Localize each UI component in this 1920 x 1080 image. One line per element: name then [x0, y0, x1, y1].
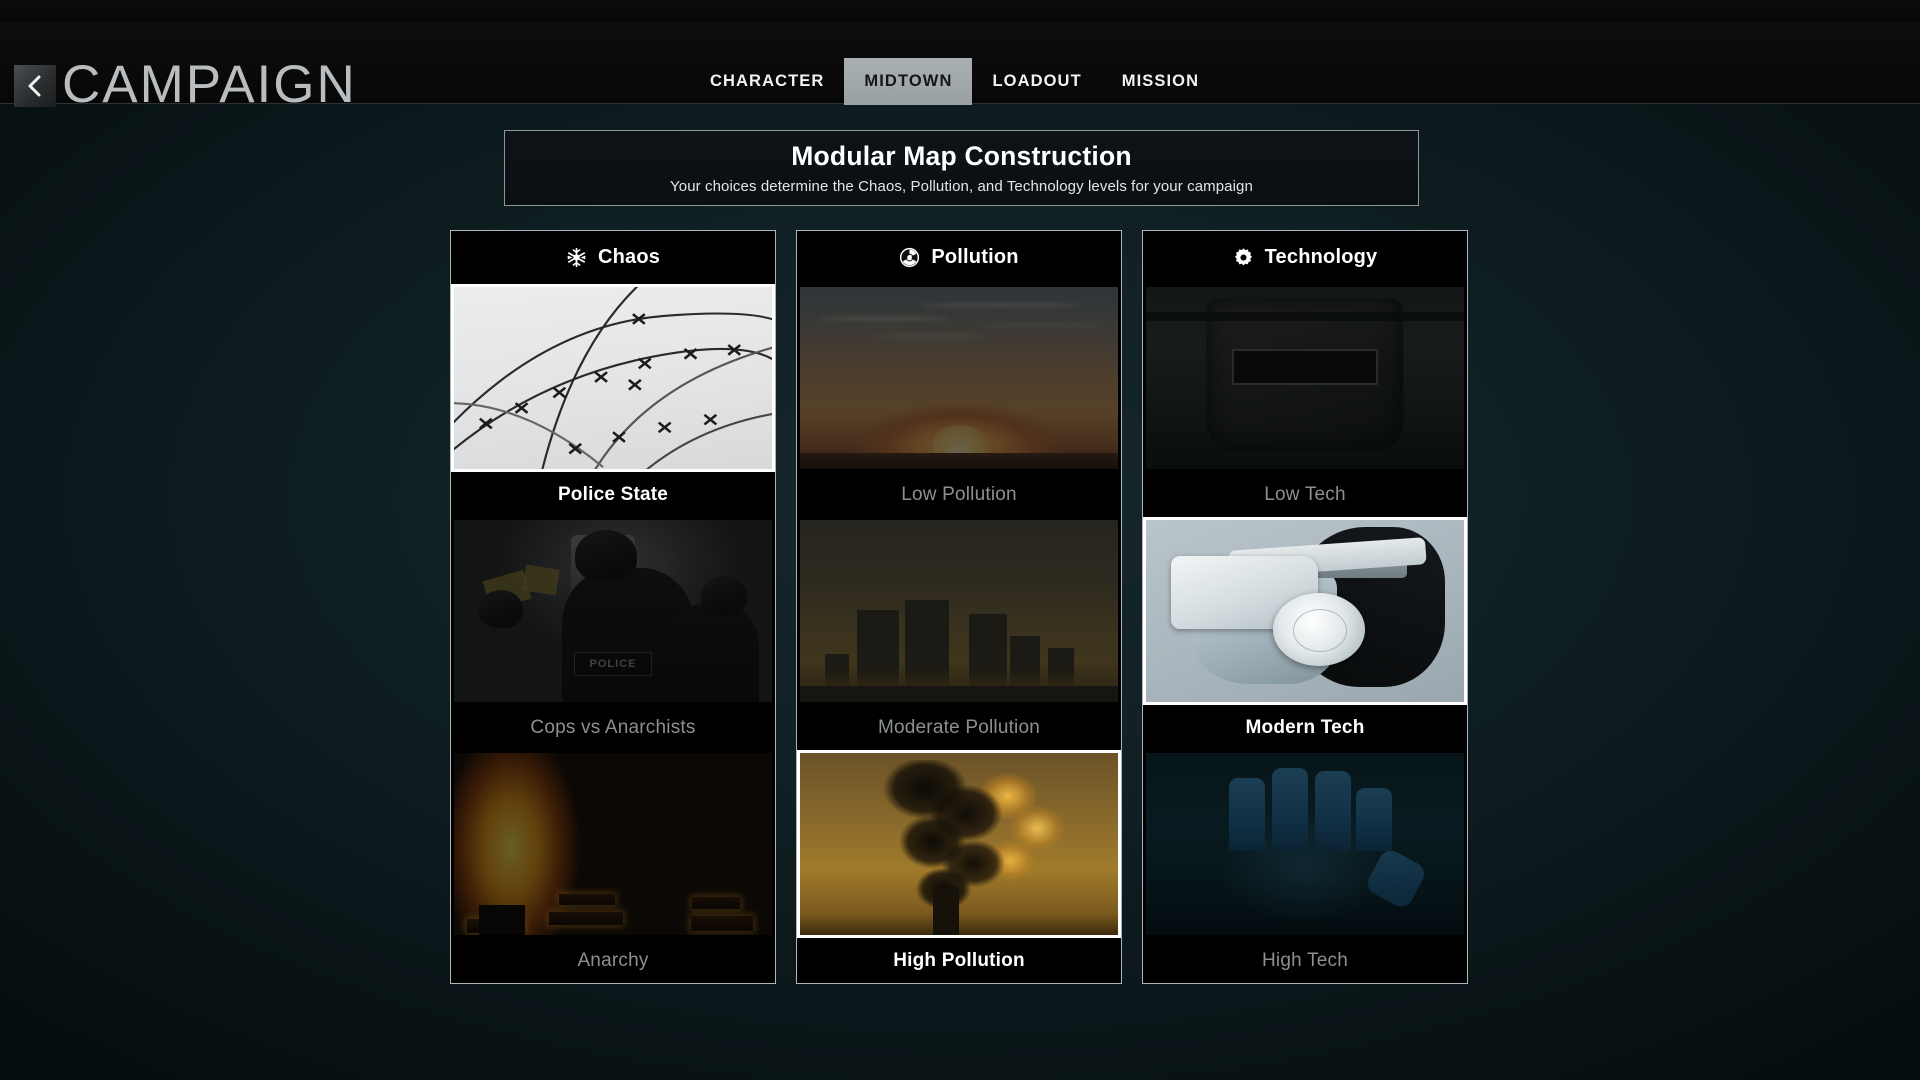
column-header-pollution: Pollution [797, 231, 1121, 284]
chevron-left-icon [28, 75, 41, 97]
tab-mission[interactable]: MISSION [1102, 58, 1219, 105]
clear-sunset-photo [800, 287, 1118, 469]
column-header-chaos: Chaos [451, 231, 775, 284]
barbed-wire-photo [454, 287, 772, 469]
page-title: CAMPAIGN [62, 55, 357, 114]
asterisk-burst-icon [566, 247, 587, 268]
column-title-pollution: Pollution [931, 246, 1019, 268]
gear-icon [1233, 247, 1254, 268]
column-title-chaos: Chaos [597, 246, 661, 268]
option-label: Low Tech [1143, 472, 1467, 517]
option-label: Cops vs Anarchists [451, 705, 775, 750]
option-label: High Tech [1143, 938, 1467, 983]
top-navigation-bar: CAMPAIGN CHARACTER MIDTOWN LOADOUT MISSI… [0, 22, 1920, 114]
header-panel: Modular Map Construction Your choices de… [504, 130, 1419, 206]
option-thumb [797, 517, 1121, 705]
window-top-strip [0, 0, 1920, 22]
column-header-technology: Technology [1143, 231, 1467, 284]
nav-tabs: CHARACTER MIDTOWN LOADOUT MISSION [690, 58, 1219, 105]
option-modern-tech[interactable]: Modern Tech [1143, 517, 1467, 750]
option-thumb [451, 284, 775, 472]
column-pollution: Pollution Low Pollution Moderate Polluti… [796, 230, 1122, 984]
back-button[interactable] [14, 65, 56, 107]
option-thumb [797, 284, 1121, 472]
vr-headset-photo [1146, 520, 1464, 702]
option-label: High Pollution [797, 938, 1121, 983]
option-thumb [1143, 517, 1467, 705]
option-thumb [1143, 750, 1467, 938]
option-low-tech[interactable]: Low Tech [1143, 284, 1467, 517]
options-pollution: Low Pollution Moderate Pollution High Po… [797, 284, 1121, 983]
column-chaos: Chaos Police State POLICE Cops vs Anarch… [450, 230, 776, 984]
header-subtitle: Your choices determine the Chaos, Pollut… [670, 178, 1253, 196]
option-thumb [451, 750, 775, 938]
option-high-pollution[interactable]: High Pollution [797, 750, 1121, 983]
radioactive-icon [899, 247, 920, 268]
option-thumb [1143, 284, 1467, 472]
welding-mask-photo [1146, 287, 1464, 469]
column-title-technology: Technology [1264, 246, 1378, 268]
options-technology: Low Tech Modern Tech High Tech [1143, 284, 1467, 983]
option-thumb: POLICE [451, 517, 775, 705]
tab-midtown[interactable]: MIDTOWN [844, 58, 973, 105]
tab-loadout[interactable]: LOADOUT [972, 58, 1101, 105]
option-label: Low Pollution [797, 472, 1121, 517]
option-thumb [797, 750, 1121, 938]
burning-building-photo [454, 753, 772, 935]
tab-character[interactable]: CHARACTER [690, 58, 844, 105]
option-moderate-pollution[interactable]: Moderate Pollution [797, 517, 1121, 750]
option-police-state[interactable]: Police State [451, 284, 775, 517]
option-high-tech[interactable]: High Tech [1143, 750, 1467, 983]
column-technology: Technology Low Tech Modern Tech High Tec… [1142, 230, 1468, 984]
header-title: Modular Map Construction [791, 140, 1132, 171]
option-columns: Chaos Police State POLICE Cops vs Anarch… [450, 230, 1470, 984]
option-anarchy[interactable]: Anarchy [451, 750, 775, 983]
scanned-hand-photo [1146, 753, 1464, 935]
campaign-screen: CAMPAIGN CHARACTER MIDTOWN LOADOUT MISSI… [0, 0, 1920, 1080]
option-label: Moderate Pollution [797, 705, 1121, 750]
option-label: Anarchy [451, 938, 775, 983]
option-label: Modern Tech [1143, 705, 1467, 750]
options-chaos: Police State POLICE Cops vs Anarchists A… [451, 284, 775, 983]
riot-police-photo: POLICE [454, 520, 772, 702]
option-low-pollution[interactable]: Low Pollution [797, 284, 1121, 517]
option-cops-vs-anarchists[interactable]: POLICE Cops vs Anarchists [451, 517, 775, 750]
option-label: Police State [451, 472, 775, 517]
smokestack-plume-photo [800, 753, 1118, 935]
hazy-skyline-photo [800, 520, 1118, 702]
